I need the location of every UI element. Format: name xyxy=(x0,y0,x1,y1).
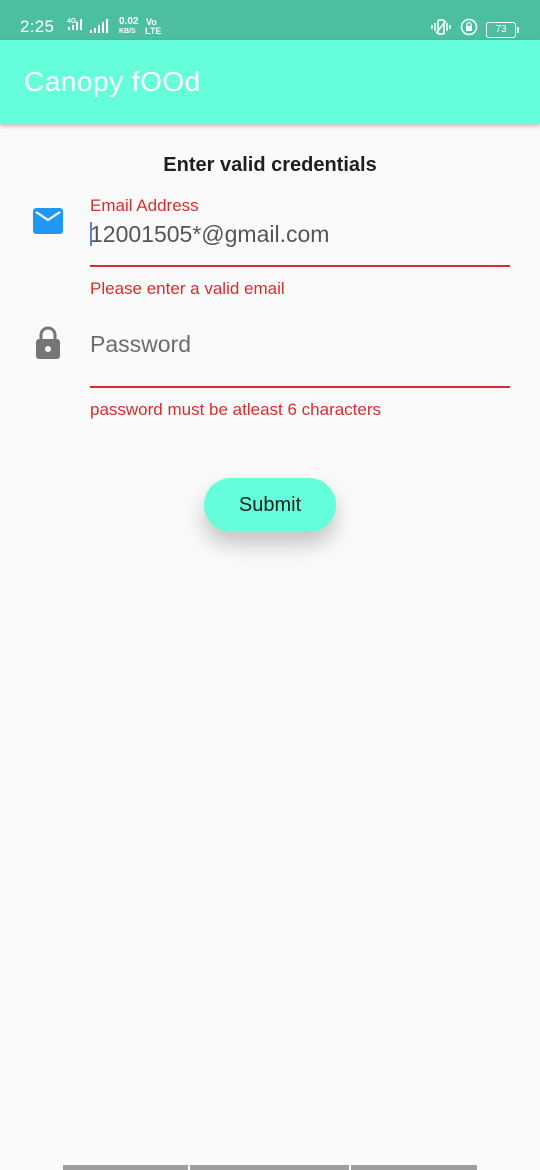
lock-icon xyxy=(35,326,61,365)
email-underline xyxy=(90,265,510,267)
nav-hint-left xyxy=(63,1165,188,1170)
volte-label: Vo xyxy=(146,17,157,27)
app-title: Canopy fOOd xyxy=(24,66,201,97)
nav-hint-right xyxy=(351,1165,477,1170)
status-time: 2:25 xyxy=(20,17,55,36)
mail-icon xyxy=(33,208,63,239)
screen-lock-icon xyxy=(460,18,478,41)
vibrate-icon xyxy=(430,19,452,40)
submit-button[interactable]: Submit xyxy=(204,478,336,532)
password-underline xyxy=(90,386,510,388)
text-cursor xyxy=(90,222,92,246)
network-speed-unit: KB/S xyxy=(119,28,136,35)
email-error-message: Please enter a valid email xyxy=(90,279,285,298)
password-error-message: password must be atleast 6 characters xyxy=(90,400,382,419)
email-field[interactable] xyxy=(90,218,510,250)
signal-icon-sim1 xyxy=(68,19,82,30)
nav-hint-center xyxy=(190,1165,349,1170)
form-heading: Enter valid credentials xyxy=(163,154,377,176)
app-bar: Canopy fOOd xyxy=(0,40,540,124)
email-label: Email Address xyxy=(90,196,199,215)
battery-indicator: 73 xyxy=(486,21,519,38)
password-field[interactable] xyxy=(90,328,510,360)
status-right-icons: 73 xyxy=(430,18,519,41)
network-speed: 0.02 xyxy=(119,16,139,27)
lte-label: LTE xyxy=(145,26,162,36)
signal-icon-sim2 xyxy=(90,19,108,33)
status-bar: 2:25 4G 0.02 KB/S Vo LTE 73 xyxy=(0,0,540,40)
